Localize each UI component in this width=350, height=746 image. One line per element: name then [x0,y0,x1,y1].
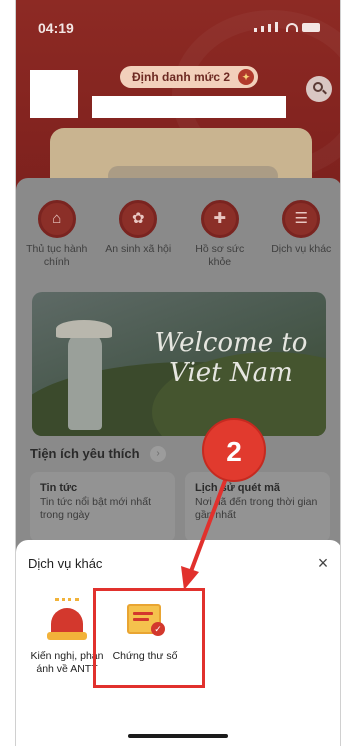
identity-level-label: Định danh mức 2 [132,70,231,84]
service-item-social-security[interactable]: ✿ An sinh xã hội [103,200,173,269]
health-record-icon: ✚ [200,200,239,238]
alarm-icon [45,598,89,642]
step-number-badge: 2 [202,418,266,482]
banner-person [68,332,102,430]
status-bar: 04:19 [16,0,340,44]
banner-text: Welcome to Viet Nam [154,328,308,388]
favorites-cards: Tin tức Tin tức nổi bật mới nhất trong n… [30,472,330,542]
signal-icon [268,24,271,32]
service-item-other[interactable]: ☰ Dịch vụ khác [266,200,336,269]
favorite-card-news[interactable]: Tin tức Tin tức nổi bật mới nhất trong n… [30,472,175,542]
favorite-card-title: Tin tức [40,482,78,494]
signal-icon [261,26,264,32]
signal-icon [275,22,278,32]
favorite-card-scan-history[interactable]: Lịch sử quét mã Nơi đã đến trong thời gi… [185,472,330,542]
building-icon: ⌂ [37,200,76,238]
other-services-icon: ☰ [282,200,321,238]
service-label: Dịch vụ khác [271,243,332,255]
search-button[interactable] [306,76,332,102]
status-icons [254,22,320,32]
favorite-card-title: Lịch sử quét mã [195,482,280,494]
social-security-icon: ✿ [119,200,158,238]
close-icon[interactable]: × [312,552,334,574]
service-item-administrative[interactable]: ⌂ Thủ tục hành chính [22,200,92,269]
service-row: ⌂ Thủ tục hành chính ✿ An sinh xã hội ✚ … [16,200,340,269]
favorite-card-desc: Nơi đã đến trong thời gian gần nhất [195,496,318,521]
chevron-right-icon[interactable]: › [150,446,166,462]
sheet-title: Dịch vụ khác [28,556,103,571]
favorite-card-desc: Tin tức nổi bật mới nhất trong ngày [40,496,151,521]
shield-icon: ✦ [238,69,255,85]
favorites-title: Tiện ích yêu thích [30,446,140,461]
avatar[interactable] [30,70,78,118]
wifi-icon [286,23,298,32]
service-label: Thủ tục hành chính [26,243,88,268]
signal-icon [254,28,257,32]
identity-level-badge[interactable]: Định danh mức 2 ✦ [120,66,259,88]
home-indicator [128,734,228,738]
service-label: Hồ sơ sức khỏe [195,243,245,268]
service-label: An sinh xã hội [105,243,172,255]
user-name-redacted [92,96,286,118]
service-item-health-record[interactable]: ✚ Hồ sơ sức khỏe [185,200,255,269]
battery-icon [302,23,320,32]
status-time: 04:19 [38,20,74,36]
annotation-highlight-box [93,588,205,688]
welcome-banner[interactable]: Welcome to Viet Nam [32,292,326,436]
conical-hat [56,320,112,338]
